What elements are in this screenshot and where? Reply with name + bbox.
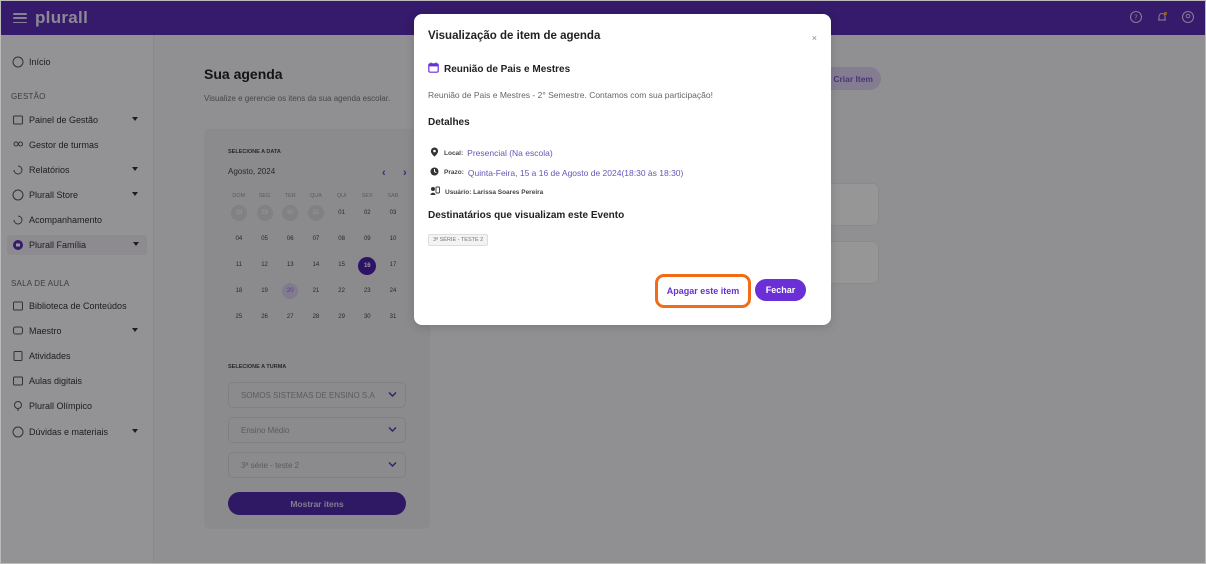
delete-item-button[interactable]: Apagar este item <box>655 274 751 308</box>
event-title: Reunião de Pais e Mestres <box>444 63 571 75</box>
detail-prazo: Prazo: Quinta-Feira, 15 a 16 de Agosto d… <box>430 167 683 178</box>
modal-title: Visualização de item de agenda <box>428 30 601 42</box>
detail-usuario: Usuário: Larissa Soares Pereira <box>430 186 547 198</box>
user-id-icon <box>430 186 440 198</box>
app-window: plurall ? Início GESTÃO Painel de Gestão <box>0 0 1206 564</box>
detail-label: Usuário: Larissa Soares Pereira <box>445 188 544 196</box>
detail-label: Prazo: <box>444 169 464 176</box>
close-icon[interactable]: × <box>812 33 817 43</box>
recipient-chip: 3ª SÉRIE - TESTE 2 <box>428 234 489 246</box>
clock-icon <box>430 167 439 178</box>
close-button[interactable]: Fechar <box>755 279 806 301</box>
agenda-item-modal: Visualização de item de agenda × Reunião… <box>414 14 831 325</box>
event-description: Reunião de Pais e Mestres - 2° Semestre.… <box>428 90 713 100</box>
calendar-icon <box>428 60 439 78</box>
detail-local: Local: Presencial (Na escola) <box>430 147 553 159</box>
detail-label: Local: <box>444 149 464 157</box>
details-heading: Detalhes <box>428 117 470 128</box>
detail-value: Presencial (Na escola) <box>467 148 553 158</box>
event-header: Reunião de Pais e Mestres <box>428 60 570 78</box>
location-pin-icon <box>430 147 439 159</box>
recipients-heading: Destinatários que visualizam este Evento <box>428 210 625 221</box>
detail-value: Quinta-Feira, 15 a 16 de Agosto de 2024(… <box>467 167 684 178</box>
